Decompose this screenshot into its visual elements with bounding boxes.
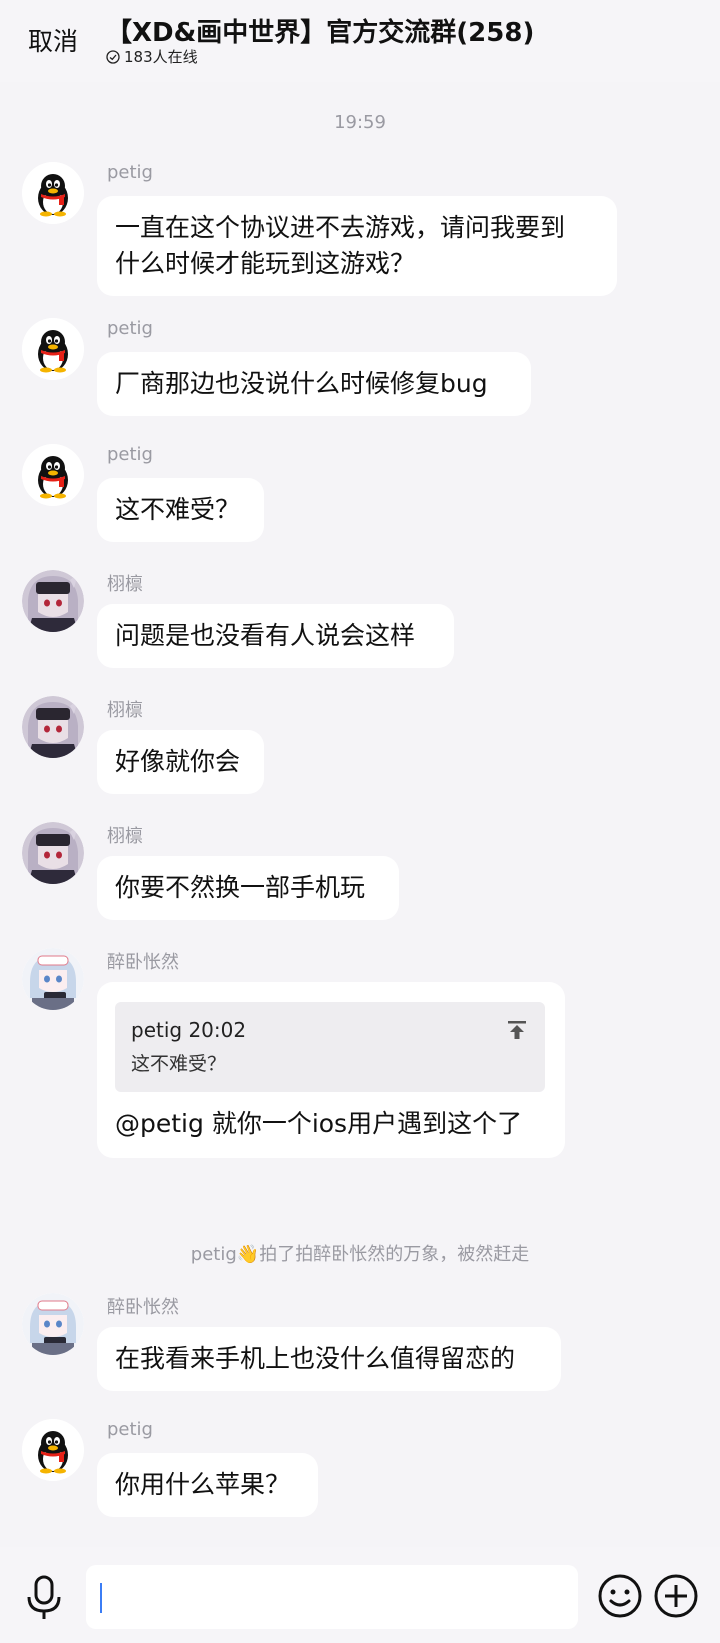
online-status: 183人在线: [106, 46, 198, 67]
online-count: 183人在线: [124, 48, 198, 66]
sender-name: 栩檩: [107, 700, 143, 721]
avatar[interactable]: [22, 822, 84, 884]
message-time: 19:59: [334, 112, 386, 133]
sender-name: petig: [107, 444, 153, 465]
online-check-icon: [106, 49, 120, 64]
sender-name: petig: [107, 318, 153, 339]
cancel-button[interactable]: 取消: [28, 22, 78, 58]
message-bubble[interactable]: 问题是也没看有人说会这样: [97, 604, 454, 668]
message-text-line: @petig 就你一个ios用户遇到这个了: [115, 1109, 523, 1138]
quote-header: petig 20:02: [131, 1018, 247, 1042]
message-bubble[interactable]: 你用什么苹果？: [97, 1453, 318, 1517]
sender-name: 醉卧怅然: [107, 1297, 179, 1318]
input-bar: [0, 1547, 720, 1643]
nudge-actor: petig: [190, 1244, 237, 1265]
avatar[interactable]: [22, 162, 84, 224]
message-text-line: 这不难受？: [115, 495, 241, 524]
message-bubble[interactable]: 好像就你会: [97, 730, 264, 794]
anime-avatar-icon: [22, 948, 84, 1010]
message-bubble[interactable]: 厂商那边也没说什么时候修复bug: [97, 352, 531, 416]
message-text-line: 什么时候才能玩到这游戏？: [115, 249, 416, 278]
penguin-avatar-icon: [22, 1419, 84, 1481]
anime-avatar-icon: [22, 1293, 84, 1355]
text-caret: [100, 1583, 102, 1613]
avatar[interactable]: [22, 444, 84, 506]
message-text-line: 在我看来手机上也没什么值得留恋的: [115, 1344, 516, 1373]
message-bubble[interactable]: 这不难受？: [97, 478, 264, 542]
nudge-action: 拍了拍醉卧怅然的万象，被然赶走: [259, 1244, 530, 1265]
avatar[interactable]: [22, 570, 84, 632]
avatar[interactable]: [22, 318, 84, 380]
sender-name: 栩檩: [107, 574, 143, 595]
avatar[interactable]: [22, 948, 84, 1010]
penguin-avatar-icon: [22, 162, 84, 224]
quoted-message[interactable]: petig 20:02 这不难受？: [115, 1002, 545, 1092]
message-text-line: 好像就你会: [115, 747, 241, 776]
avatar[interactable]: [22, 1293, 84, 1355]
nudge-notice: petig👋拍了拍醉卧怅然的万象，被然赶走: [0, 1240, 720, 1266]
emoji-icon[interactable]: [597, 1573, 643, 1619]
penguin-avatar-icon: [22, 318, 84, 380]
anime-avatar-icon: [22, 570, 84, 632]
quote-text: 这不难受？: [131, 1053, 227, 1075]
avatar[interactable]: [22, 696, 84, 758]
sender-name: petig: [107, 1419, 153, 1440]
anime-avatar-icon: [22, 696, 84, 758]
message-text-line: 问题是也没看有人说会这样: [115, 621, 416, 650]
group-title: 【XD&画中世界】官方交流群(258): [106, 18, 535, 48]
message-input[interactable]: [86, 1565, 578, 1629]
message-text-line: 一直在这个协议进不去游戏，请问我要到: [115, 213, 566, 242]
jump-to-message-icon[interactable]: [505, 1018, 529, 1042]
message-text-line: 你用什么苹果？: [115, 1470, 291, 1499]
message-bubble[interactable]: petig 20:02 这不难受？ @petig 就你一个ios用户遇到这个了: [97, 982, 565, 1158]
avatar[interactable]: [22, 1419, 84, 1481]
message-bubble[interactable]: 你要不然换一部手机玩: [97, 856, 399, 920]
sender-name: petig: [107, 162, 153, 183]
sender-name: 栩檩: [107, 826, 143, 847]
penguin-avatar-icon: [22, 444, 84, 506]
anime-avatar-icon: [22, 822, 84, 884]
plus-icon[interactable]: [653, 1573, 699, 1619]
wave-hand-icon: 👋: [236, 1244, 260, 1265]
sender-name: 醉卧怅然: [107, 952, 179, 973]
message-bubble[interactable]: 一直在这个协议进不去游戏，请问我要到 什么时候才能玩到这游戏？: [97, 196, 617, 296]
microphone-icon[interactable]: [24, 1575, 64, 1621]
chat-header: 取消 【XD&画中世界】官方交流群(258) 183人在线: [0, 0, 720, 82]
message-bubble[interactable]: 在我看来手机上也没什么值得留恋的: [97, 1327, 561, 1391]
message-text-line: 厂商那边也没说什么时候修复bug: [115, 369, 488, 398]
message-text-line: 你要不然换一部手机玩: [115, 873, 366, 902]
